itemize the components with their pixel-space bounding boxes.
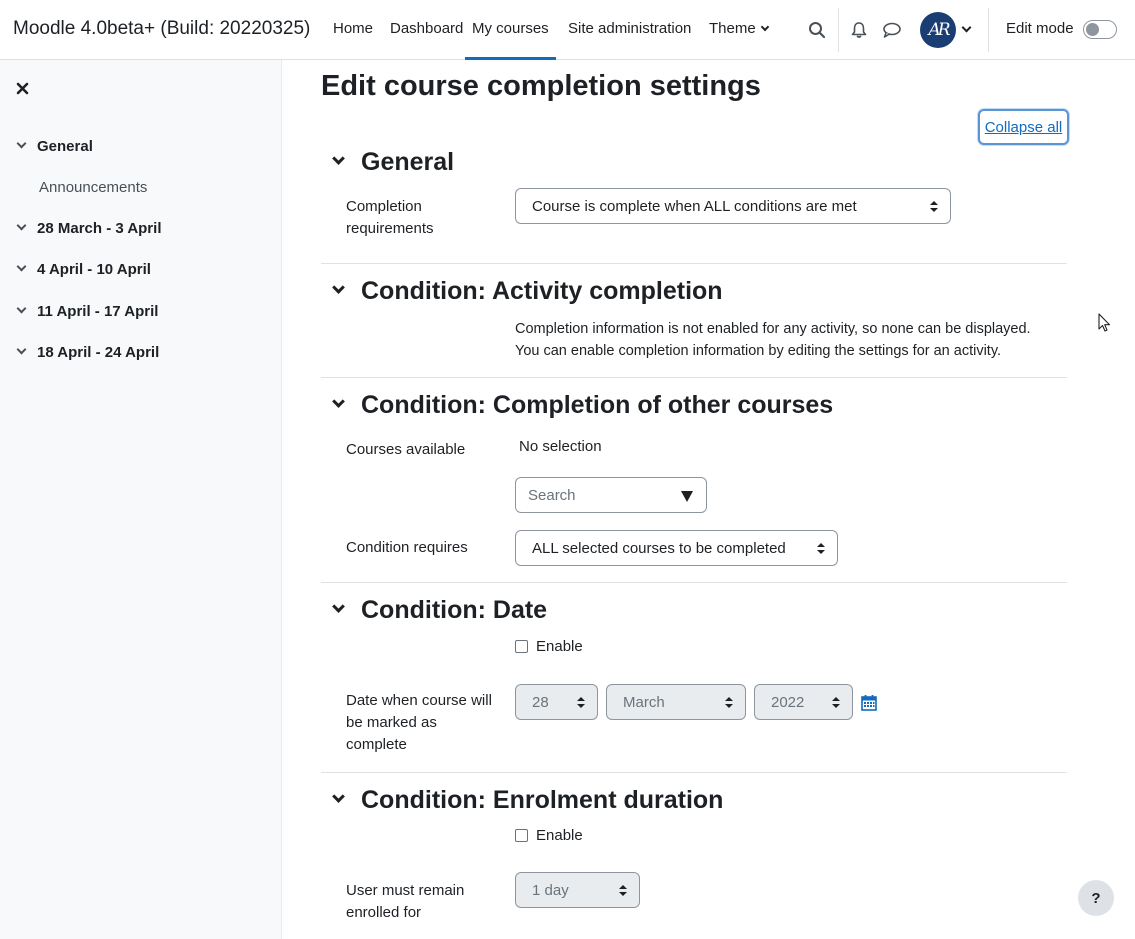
chevron-down-icon xyxy=(332,600,345,613)
mouse-cursor-icon xyxy=(1098,313,1112,337)
completion-requirements-select[interactable]: Course is complete when ALL conditions a… xyxy=(515,188,951,224)
courses-search-input[interactable]: Search xyxy=(515,477,707,513)
section-divider xyxy=(321,263,1067,264)
section-heading: Condition: Enrolment duration xyxy=(361,786,724,814)
section-heading: Condition: Activity completion xyxy=(361,277,723,305)
date-enable-checkbox[interactable]: Enable xyxy=(515,638,583,655)
nav-my-courses-label: My courses xyxy=(472,20,549,37)
condition-requires-select[interactable]: ALL selected courses to be completed xyxy=(515,530,838,566)
activity-info-line-2: You can enable completion information by… xyxy=(515,343,1002,359)
search-icon[interactable] xyxy=(805,18,829,42)
select-arrows-icon xyxy=(725,697,733,709)
drawer-section-label: General xyxy=(37,138,93,155)
chevron-down-icon xyxy=(332,281,345,294)
enrolment-duration-select[interactable]: 1 day xyxy=(515,872,640,908)
nav-home[interactable]: Home xyxy=(333,20,373,37)
select-value: 2022 xyxy=(771,693,805,711)
chevron-down-icon xyxy=(16,220,27,231)
calendar-icon[interactable] xyxy=(861,694,877,715)
avatar[interactable]: AR xyxy=(920,12,956,48)
select-value: 1 day xyxy=(532,881,569,899)
checkbox[interactable] xyxy=(515,829,528,842)
activity-info-line-1: Completion information is not enabled fo… xyxy=(515,321,1031,337)
section-divider xyxy=(321,582,1067,583)
chevron-down-icon xyxy=(332,790,345,803)
section-general-header[interactable]: General xyxy=(330,148,454,177)
checkbox-label: Enable xyxy=(536,827,583,844)
checkbox-label: Enable xyxy=(536,638,583,655)
drawer-item-announcements[interactable]: Announcements xyxy=(39,179,147,196)
chevron-down-icon xyxy=(16,261,27,272)
section-divider xyxy=(321,772,1067,773)
select-arrows-icon xyxy=(832,697,840,709)
checkbox[interactable] xyxy=(515,640,528,653)
toggle-knob xyxy=(1086,23,1099,36)
select-value: 28 xyxy=(532,693,549,711)
drawer-section-week-1[interactable]: 28 March - 3 April xyxy=(16,220,162,237)
section-heading: Condition: Date xyxy=(361,596,548,624)
chevron-down-icon xyxy=(16,138,27,149)
drawer-section-week-2[interactable]: 4 April - 10 April xyxy=(16,261,151,278)
date-year-select[interactable]: 2022 xyxy=(754,684,853,720)
navbar-divider xyxy=(988,8,989,52)
select-arrows-icon xyxy=(577,697,585,709)
section-heading: Condition: Completion of other courses xyxy=(361,391,834,419)
nav-site-administration[interactable]: Site administration xyxy=(568,20,691,37)
dropdown-triangle-icon[interactable] xyxy=(681,491,693,502)
course-index-drawer: General Announcements 28 March - 3 April… xyxy=(0,60,282,939)
courses-available-label: Courses available xyxy=(346,441,466,458)
search-placeholder: Search xyxy=(528,486,576,504)
section-activity-completion-header[interactable]: Condition: Activity completion xyxy=(330,277,723,306)
nav-theme[interactable]: Theme xyxy=(709,20,769,37)
top-navbar: Moodle 4.0beta+ (Build: 20220325) Home D… xyxy=(0,0,1135,60)
condition-requires-label: Condition requires xyxy=(346,539,468,556)
drawer-section-general[interactable]: General xyxy=(16,138,93,155)
select-value: Course is complete when ALL conditions a… xyxy=(532,197,857,215)
select-value: March xyxy=(623,693,665,711)
page-title: Edit course completion settings xyxy=(321,70,761,102)
section-enrolment-duration-header[interactable]: Condition: Enrolment duration xyxy=(330,786,723,815)
section-date-header[interactable]: Condition: Date xyxy=(330,596,547,625)
chevron-down-icon xyxy=(16,344,27,355)
bell-icon[interactable] xyxy=(847,18,871,42)
drawer-section-week-4[interactable]: 18 April - 24 April xyxy=(16,344,160,361)
navbar-divider xyxy=(838,8,839,52)
enrolment-enable-checkbox[interactable]: Enable xyxy=(515,827,583,844)
collapse-all-link[interactable]: Collapse all xyxy=(978,109,1069,145)
no-selection-text: No selection xyxy=(519,438,602,455)
drawer-section-label: 11 April - 17 April xyxy=(37,303,159,320)
select-arrows-icon xyxy=(930,201,938,213)
section-heading: General xyxy=(361,148,455,176)
chevron-down-icon xyxy=(16,303,27,314)
help-button[interactable]: ? xyxy=(1078,880,1114,916)
select-value: ALL selected courses to be completed xyxy=(532,539,786,557)
select-arrows-icon xyxy=(817,543,825,555)
drawer-section-label: 28 March - 3 April xyxy=(37,220,162,237)
edit-mode-toggle[interactable] xyxy=(1083,20,1117,39)
chevron-down-icon xyxy=(332,152,345,165)
completion-requirements-label: Completion requirements xyxy=(346,198,434,237)
nav-theme-label: Theme xyxy=(709,20,756,37)
chat-icon[interactable] xyxy=(880,18,904,42)
chevron-down-icon xyxy=(332,395,345,408)
site-name[interactable]: Moodle 4.0beta+ (Build: 20220325) xyxy=(13,18,310,40)
select-arrows-icon xyxy=(619,885,627,897)
enrolment-duration-label: User must remain enrolled for xyxy=(346,882,465,921)
drawer-section-label: 18 April - 24 April xyxy=(37,344,160,361)
chevron-down-icon xyxy=(760,22,769,32)
date-complete-label: Date when course will be marked as compl… xyxy=(346,692,492,753)
edit-mode-label: Edit mode xyxy=(1006,20,1074,37)
drawer-section-label: 4 April - 10 April xyxy=(37,261,151,278)
date-month-select[interactable]: March xyxy=(606,684,746,720)
date-day-select[interactable]: 28 xyxy=(515,684,598,720)
nav-dashboard[interactable]: Dashboard xyxy=(390,20,463,37)
chevron-down-icon[interactable] xyxy=(961,22,972,33)
section-other-courses-header[interactable]: Condition: Completion of other courses xyxy=(330,391,833,420)
close-icon[interactable] xyxy=(15,80,31,96)
nav-my-courses[interactable]: My courses xyxy=(465,20,556,60)
section-divider xyxy=(321,377,1067,378)
drawer-section-week-3[interactable]: 11 April - 17 April xyxy=(16,303,159,320)
